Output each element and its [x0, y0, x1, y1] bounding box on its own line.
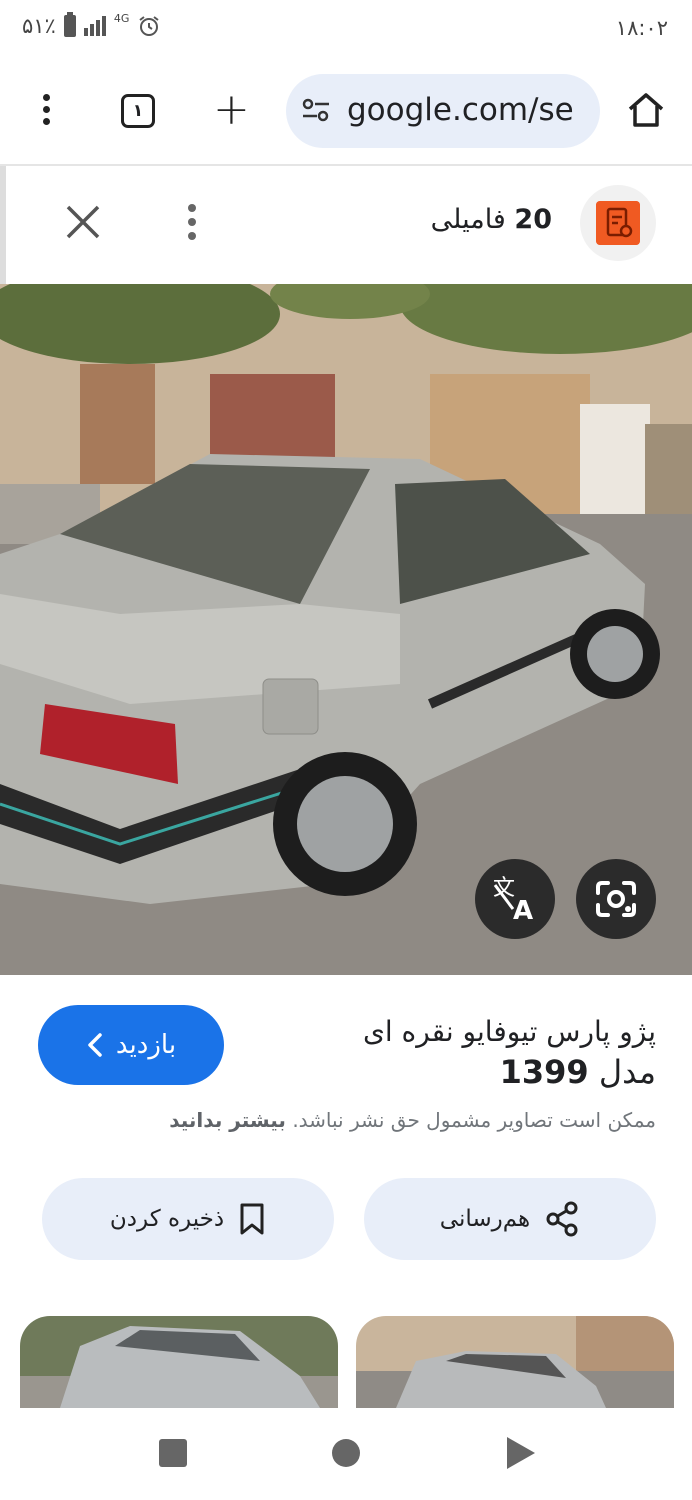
svg-text:A: A — [513, 896, 533, 926]
share-icon — [546, 1201, 578, 1237]
status-left: ۵۱٪ 4G — [22, 11, 161, 38]
related-image-2[interactable] — [356, 1316, 674, 1408]
translate-button[interactable]: 文 A — [475, 859, 555, 939]
result-title-line2: مدل 1399 — [363, 1052, 656, 1092]
visit-label: بازدید — [115, 1030, 177, 1060]
share-label: هم‌رسانی — [439, 1206, 531, 1232]
save-button[interactable]: ذخیره کردن — [42, 1178, 334, 1260]
battery-percent: ۵۱٪ — [22, 14, 56, 38]
result-title-year: 1399 — [499, 1053, 589, 1091]
copyright-notice-text: ممکن است تصاویر مشمول حق نشر نباشد. — [292, 1108, 656, 1132]
lens-search-icon — [596, 881, 636, 917]
alarm-icon — [139, 16, 159, 36]
tab-switcher-button[interactable]: ۱ — [121, 94, 155, 128]
source-site-count: 20 — [514, 204, 552, 235]
network-type: 4G — [113, 11, 130, 25]
related-image-1[interactable] — [20, 1316, 338, 1408]
copyright-notice: ممکن است تصاویر مشمول حق نشر نباشد. بیشت… — [169, 1108, 656, 1132]
close-icon[interactable] — [64, 203, 102, 241]
home-icon[interactable] — [626, 90, 666, 130]
recent-apps-icon[interactable] — [159, 1439, 187, 1467]
site-settings-icon[interactable] — [302, 98, 330, 122]
save-label: ذخیره کردن — [109, 1206, 225, 1232]
translate-icon: 文 A — [493, 876, 533, 926]
back-nav-icon[interactable] — [507, 1437, 535, 1469]
browser-menu-icon[interactable] — [40, 94, 52, 130]
bookmark-icon — [240, 1203, 264, 1235]
signal-icon — [83, 16, 106, 36]
url-text[interactable]: google.com/se — [347, 92, 574, 128]
source-site-logo-icon — [596, 201, 640, 245]
result-title-line1: پژو پارس تیوفایو نقره ای — [362, 1015, 656, 1048]
lens-search-button[interactable] — [576, 859, 656, 939]
source-site-name: 20 فامیلی — [431, 204, 552, 235]
source-site-label: فامیلی — [430, 204, 506, 235]
visit-button[interactable]: بازدید — [38, 1005, 224, 1085]
battery-icon — [63, 12, 76, 37]
chevron-left-icon — [88, 1033, 102, 1057]
share-button[interactable]: هم‌رسانی — [364, 1178, 656, 1260]
clock: ۱۸:۰۲ — [615, 16, 668, 40]
address-bar[interactable]: google.com/se — [286, 74, 600, 148]
learn-more-link[interactable]: بیشتر بدانید — [169, 1108, 286, 1132]
more-options-icon[interactable] — [186, 204, 198, 244]
home-nav-icon[interactable] — [332, 1439, 360, 1467]
new-tab-icon[interactable]: + — [213, 88, 250, 132]
result-title-model-prefix: مدل — [598, 1053, 656, 1091]
status-bar: ۵۱٪ 4G ۱۸:۰۲ — [0, 0, 692, 62]
result-title[interactable]: پژو پارس تیوفایو نقره ای مدل 1399 — [363, 1012, 656, 1092]
